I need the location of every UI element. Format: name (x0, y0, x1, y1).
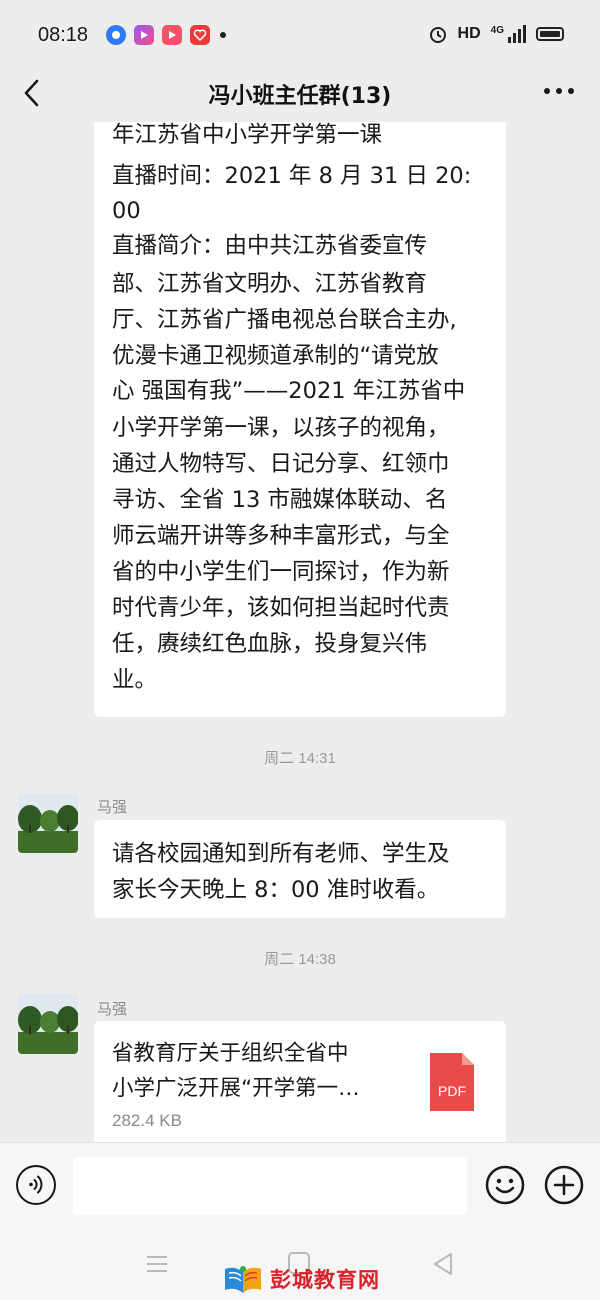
avatar[interactable] (18, 994, 78, 1054)
message-line: 请各校园通知到所有老师、学生及 (112, 841, 450, 867)
watermark: 彭城教育网 (224, 1264, 380, 1294)
time-separator: 周二 14:31 (264, 750, 336, 767)
pdf-label: PDF (438, 1083, 466, 1099)
emoji-icon[interactable] (485, 1165, 525, 1205)
file-name-line: 小学广泛开展“开学第一… (112, 1076, 360, 1101)
message-line: 寻访、全省 13 市融媒体联动、名 (112, 487, 448, 513)
video-app-icon (134, 25, 154, 45)
input-bar (0, 1142, 600, 1230)
message-line: 优漫卡通卫视频道承制的“请党放 (112, 343, 439, 369)
book-logo-icon (225, 1266, 261, 1293)
file-size: 282.4 KB (112, 1111, 182, 1130)
message-input[interactable] (73, 1157, 467, 1215)
message-line: 通过人物特写、日记分享、红领巾 (112, 451, 450, 477)
message-line: 时代青少年，该如何担当起时代责 (112, 595, 450, 621)
message-line: 师云端开讲等多种丰富形式，与全 (112, 523, 450, 549)
chat-header: 冯小班主任群(13) (0, 72, 600, 122)
pdf-icon: PDF (430, 1053, 474, 1111)
message-line: 心 强国有我”——2021 年江苏省中 (112, 378, 466, 404)
baidu-icon (106, 25, 126, 45)
message-line: 直播简介：由中共江苏省委宣传 (112, 233, 428, 259)
battery-icon (536, 27, 564, 41)
message-line: 00 (112, 198, 141, 224)
play-app-icon (162, 25, 182, 45)
message-line: 任，赓续红色血脉，投身复兴伟 (112, 631, 428, 657)
status-indicators: HD 4G (428, 24, 564, 44)
more-dots-icon[interactable] (542, 76, 576, 106)
file-name-line: 省教育厅关于组织全省中 (112, 1041, 349, 1066)
message-line: 直播时间：2021 年 8 月 31 日 20: (112, 163, 472, 189)
status-app-icons (106, 25, 226, 45)
time-separator: 周二 14:38 (264, 951, 336, 968)
message-line: 厅、江苏省广播电视总台联合主办, (112, 307, 457, 333)
back-triangle-icon[interactable] (432, 1252, 454, 1276)
system-nav-bar: 彭城教育网 (0, 1230, 600, 1300)
voice-icon[interactable] (16, 1165, 56, 1205)
heart-app-icon (190, 25, 210, 45)
status-time: 08:18 (38, 24, 89, 46)
message-line: 省的中小学生们一同探讨，作为新 (112, 559, 450, 585)
message-line: 小学开学第一课，以孩子的视角， (112, 415, 450, 441)
message-list[interactable]: 年江苏省中小学开学第一课 直播时间：2021 年 8 月 31 日 20: 00… (0, 122, 600, 1142)
message-line: 年江苏省中小学开学第一课 (112, 122, 383, 148)
message-line: 业。 (112, 667, 158, 693)
signal-icon: 4G (491, 25, 526, 43)
signal-label: 4G (490, 25, 504, 36)
sender-name: 马强 (97, 1000, 128, 1018)
alarm-icon (429, 27, 446, 43)
sender-name: 马强 (97, 798, 128, 816)
message-line: 家长今天晚上 8：00 准时收看。 (112, 877, 440, 903)
chat-title: 冯小班主任群(13) (208, 84, 392, 109)
status-bar: 08:18 HD 4G (0, 0, 600, 72)
plus-icon[interactable] (544, 1165, 584, 1205)
notification-dot-icon (220, 32, 226, 38)
avatar[interactable] (18, 793, 78, 853)
message-line: 部、江苏省文明办、江苏省教育 (112, 271, 428, 297)
menu-icon[interactable] (146, 1254, 168, 1274)
watermark-text: 彭城教育网 (270, 1268, 380, 1292)
network-label: HD (457, 25, 481, 42)
